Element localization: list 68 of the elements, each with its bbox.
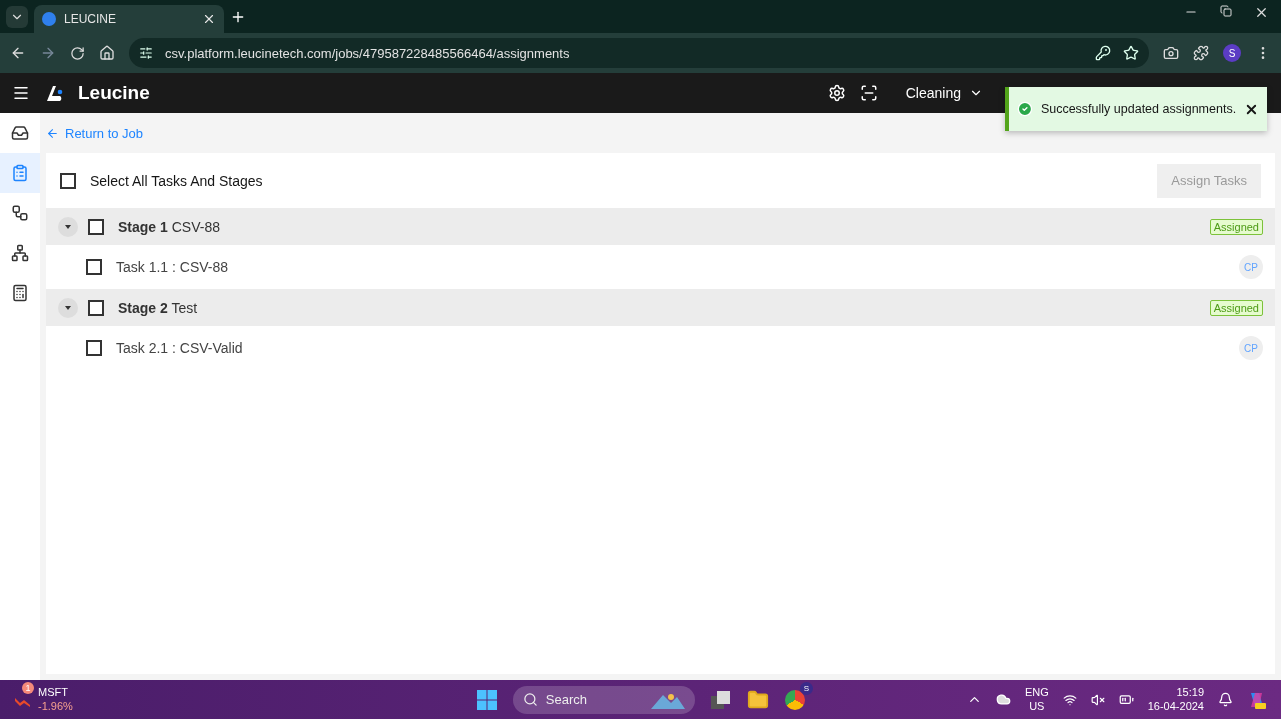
back-arrow-icon — [46, 126, 59, 140]
assignee-avatar: CP — [1239, 255, 1263, 279]
workflow-icon — [11, 204, 29, 222]
expand-toggle[interactable] — [58, 216, 78, 237]
back-icon[interactable] — [10, 45, 26, 61]
close-icon[interactable] — [202, 12, 216, 26]
cloud-icon[interactable] — [995, 692, 1011, 707]
assignee-avatar: CP — [1239, 336, 1263, 360]
scan-icon[interactable] — [859, 84, 878, 102]
clock[interactable]: 15:19 16-04-2024 — [1147, 686, 1204, 713]
wifi-icon[interactable] — [1062, 692, 1077, 707]
stage-title: Stage 1 CSV-88 — [118, 218, 221, 235]
task-title: Task 2.1 : CSV-Valid — [116, 340, 244, 356]
hierarchy-icon — [11, 244, 29, 262]
bell-icon[interactable] — [1218, 692, 1233, 707]
site-settings-icon[interactable] — [139, 46, 153, 60]
address-bar[interactable]: csv.platform.leucinetech.com/jobs/479587228485566464/assignments — [129, 38, 1149, 68]
stock-symbol: MSFT — [38, 686, 68, 700]
battery-icon[interactable] — [1118, 692, 1134, 707]
stage-title: Stage 2 Test — [118, 299, 199, 316]
settings-icon[interactable] — [827, 84, 846, 102]
close-icon[interactable] — [1254, 5, 1269, 20]
inbox-icon — [11, 124, 29, 142]
search-icon — [522, 692, 538, 707]
profile-avatar[interactable]: S — [1223, 44, 1241, 62]
select-all-label: Select All Tasks And Stages — [90, 172, 264, 189]
facility-dropdown[interactable]: Cleaning — [899, 84, 989, 102]
key-icon[interactable] — [1095, 45, 1111, 61]
browser-tab[interactable]: LEUCINE — [34, 5, 224, 33]
language-indicator[interactable]: ENG US — [1024, 686, 1049, 713]
profile-badge: S — [799, 681, 813, 695]
checkbox[interactable] — [88, 299, 104, 316]
folder-icon[interactable] — [746, 688, 769, 711]
new-tab-icon[interactable] — [230, 9, 246, 25]
url-text: csv.platform.leucinetech.com/jobs/479587228485566464/assignments — [165, 45, 571, 61]
bookmark-star-icon[interactable] — [1123, 45, 1139, 61]
extensions-icon[interactable] — [1193, 45, 1209, 61]
taskbar-search[interactable]: Search — [512, 685, 695, 714]
toast-message: Successfully updated assignments. — [1040, 102, 1237, 116]
checkbox[interactable] — [60, 172, 76, 189]
tab-list-button[interactable] — [6, 6, 28, 28]
home-icon[interactable] — [99, 45, 115, 61]
caret-icon — [64, 222, 72, 231]
brand-name: Leucine — [78, 82, 150, 104]
caret-icon — [64, 303, 72, 312]
reload-icon[interactable] — [70, 45, 85, 61]
calculator-icon — [11, 284, 29, 302]
checkbox[interactable] — [88, 218, 104, 235]
checkbox[interactable] — [86, 340, 102, 356]
menu-icon[interactable] — [12, 84, 30, 102]
task-title: Task 1.1 : CSV-88 — [116, 259, 230, 275]
status-badge: Assigned — [1209, 218, 1263, 235]
muted-speaker-icon[interactable] — [1090, 692, 1105, 707]
restore-icon[interactable] — [1220, 5, 1232, 17]
windows-start-icon[interactable] — [476, 689, 497, 710]
favicon-icon — [42, 12, 56, 26]
status-badge: Assigned — [1209, 299, 1263, 316]
camera-icon[interactable] — [1163, 45, 1179, 61]
expand-toggle[interactable] — [58, 297, 78, 318]
checkbox[interactable] — [86, 259, 102, 275]
task-view-icon[interactable] — [710, 690, 731, 709]
logo-icon — [44, 83, 64, 103]
browser-app-icon[interactable] — [784, 689, 805, 710]
notification-badge: 1 — [22, 682, 34, 695]
success-icon — [1017, 101, 1033, 117]
stock-change: -1.96% — [38, 699, 73, 713]
clipboard-list-icon — [11, 164, 29, 182]
forward-icon[interactable] — [40, 45, 56, 61]
